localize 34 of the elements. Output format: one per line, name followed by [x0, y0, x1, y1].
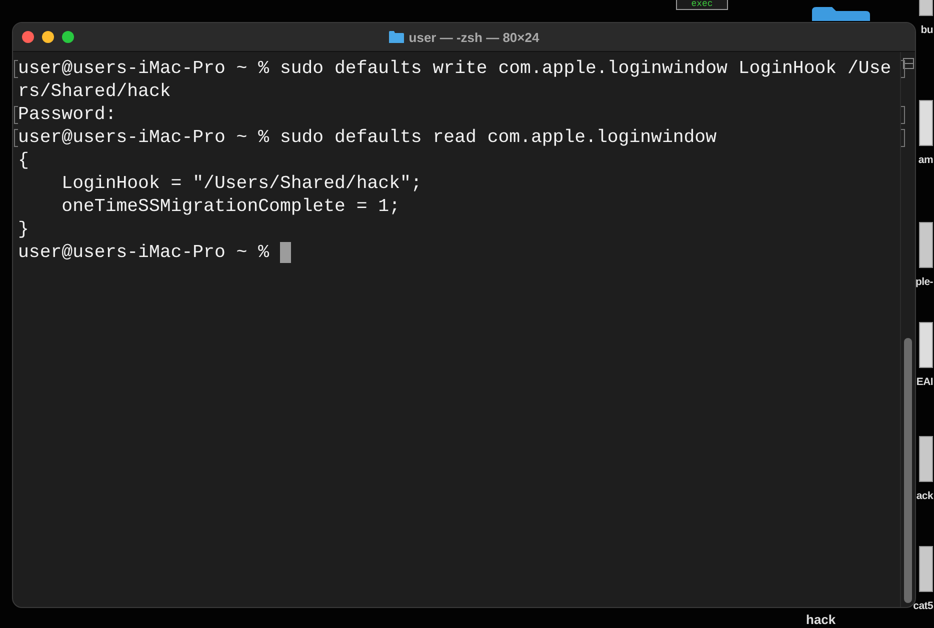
- terminal-line: }: [18, 220, 29, 240]
- icon-label: ple-: [916, 276, 933, 288]
- terminal-line: {: [18, 150, 29, 170]
- line-mark: [901, 60, 905, 78]
- icon-label: EAI: [916, 376, 933, 388]
- window-title: user — -zsh — 80×24: [408, 30, 540, 44]
- script-icon[interactable]: exec: [676, 0, 728, 10]
- image-thumbnail[interactable]: [919, 222, 933, 268]
- image-thumbnail[interactable]: [919, 546, 933, 592]
- close-button[interactable]: [22, 31, 34, 43]
- document-thumbnail[interactable]: [919, 100, 933, 146]
- line-mark: [901, 129, 905, 147]
- document-thumbnail[interactable]: [919, 322, 933, 368]
- icon-label: cat5: [913, 600, 933, 612]
- folder-icon[interactable]: [810, 7, 870, 21]
- icon-label: exec: [691, 0, 713, 9]
- line-mark: [901, 106, 905, 124]
- folder-icon: [388, 31, 404, 43]
- image-thumbnail[interactable]: [919, 436, 933, 482]
- terminal-line: user@users-iMac-Pro ~ %: [18, 242, 270, 262]
- scrollbar-thumb[interactable]: [904, 338, 912, 603]
- icon-label: am: [918, 154, 933, 166]
- icon-label: ack: [916, 490, 933, 502]
- terminal-line: LoginHook = "/Users/Shared/hack";: [60, 174, 422, 194]
- zoom-button[interactable]: [62, 31, 74, 43]
- minimize-button[interactable]: [42, 31, 54, 43]
- terminal-line: oneTimeSSMigrationComplete = 1;: [60, 196, 400, 216]
- terminal-line: Password:: [18, 104, 116, 124]
- terminal-line: rs/Shared/hack: [18, 82, 171, 102]
- icon-label: hack: [806, 612, 836, 627]
- split-icon[interactable]: [902, 58, 914, 69]
- terminal-line: user@users-iMac-Pro ~ % sudo defaults write com.apple.loginwindow LoginHook /Use: [18, 58, 892, 78]
- terminal-line: user@users-iMac-Pro ~ % sudo defaults read com.apple.loginwindow: [18, 128, 717, 148]
- icon-label: bu: [920, 24, 933, 36]
